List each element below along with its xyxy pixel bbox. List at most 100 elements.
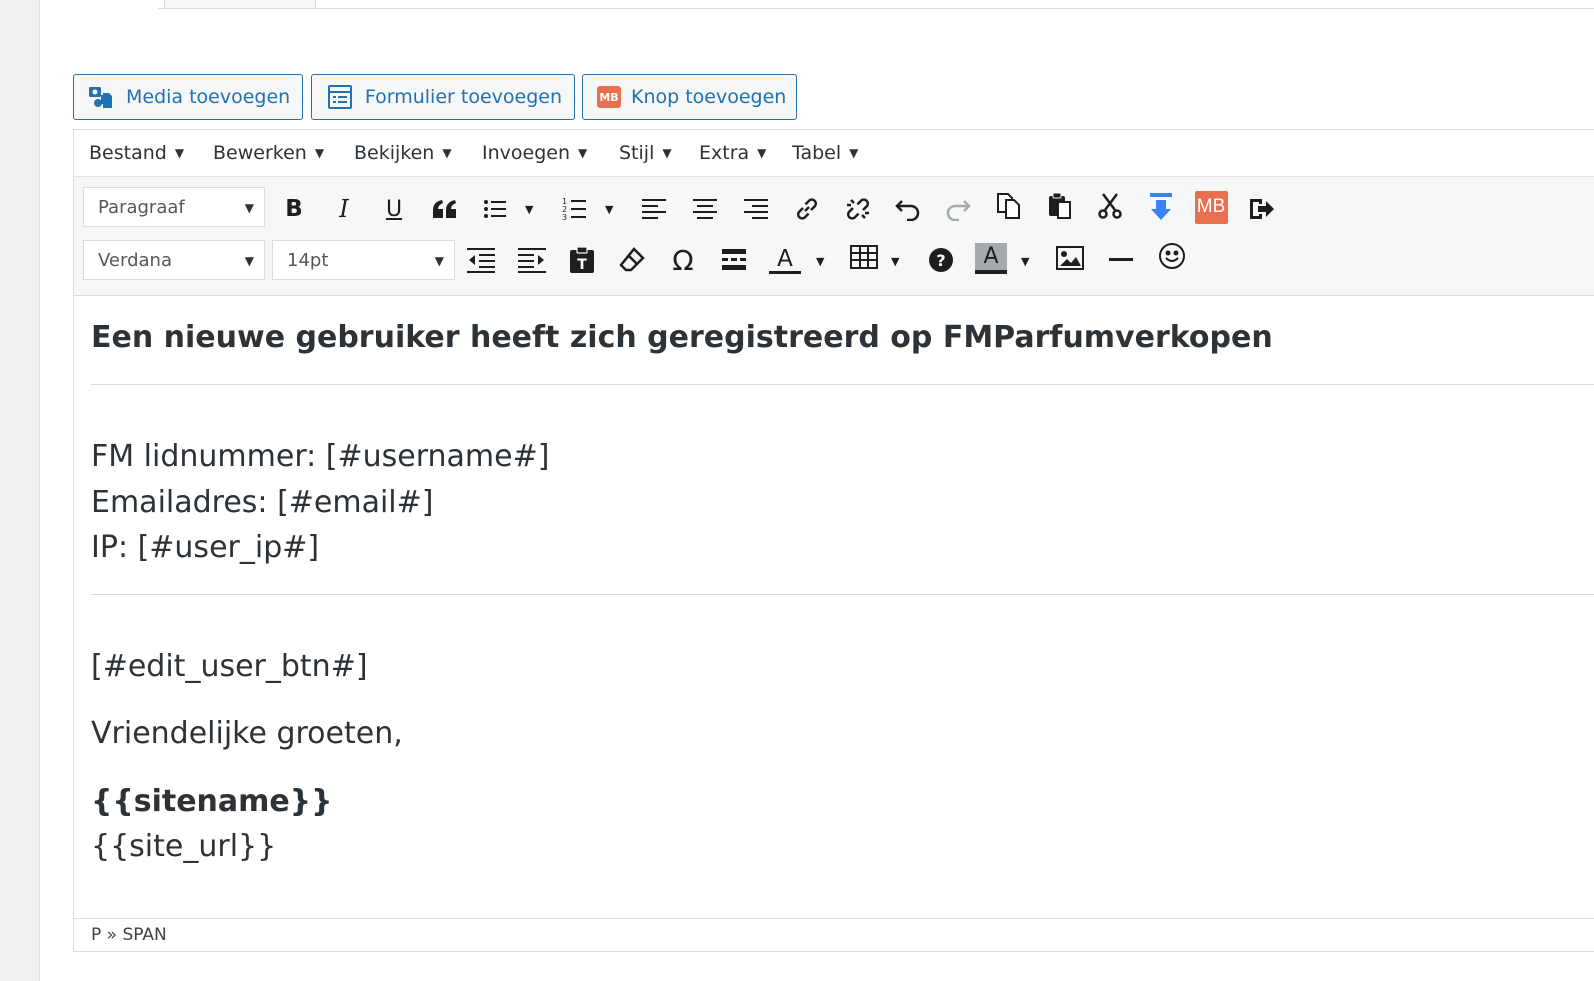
font-size-select[interactable]: 14pt ▼: [272, 240, 455, 280]
menu-extra[interactable]: Extra ▼: [699, 140, 766, 166]
indent-icon: [518, 248, 546, 273]
menu-stijl[interactable]: Stijl ▼: [619, 140, 672, 166]
form-icon: [326, 83, 355, 111]
chevron-down-icon: ▼: [662, 146, 672, 160]
underline-button[interactable]: U: [376, 191, 412, 227]
editor-content[interactable]: Een nieuwe gebruiker heeft zich geregist…: [74, 296, 1594, 918]
add-media-button[interactable]: Media toevoegen: [73, 74, 303, 120]
exit-icon: [1250, 199, 1274, 219]
chevron-down-icon[interactable]: ▼: [605, 203, 613, 216]
edit-user-button-placeholder: [#edit_user_btn#]: [91, 649, 368, 684]
cut-button[interactable]: [1092, 188, 1128, 224]
font-family-select[interactable]: Verdana ▼: [83, 240, 265, 280]
bullet-list-icon: [484, 200, 506, 218]
chevron-down-icon[interactable]: ▼: [816, 255, 824, 268]
background-color-letter: A: [975, 242, 1007, 270]
indent-button[interactable]: [514, 242, 550, 278]
blockquote-button[interactable]: [427, 191, 463, 227]
chevron-down-icon[interactable]: ▼: [525, 203, 533, 216]
table-button[interactable]: [846, 239, 882, 275]
text-color-button[interactable]: A: [767, 242, 803, 278]
menu-bewerken[interactable]: Bewerken ▼: [213, 140, 324, 166]
outdent-button[interactable]: [463, 242, 499, 278]
align-left-button[interactable]: [636, 191, 672, 227]
image-icon: [1056, 246, 1084, 270]
admin-left-rail: [0, 0, 40, 981]
menu-invoegen[interactable]: Invoegen ▼: [482, 140, 587, 166]
numbered-list-icon: 1 2 3: [562, 197, 586, 222]
editor-bottom-border: [73, 951, 1594, 952]
text-color-icon: A: [769, 247, 801, 274]
element-path[interactable]: P » SPAN: [91, 925, 167, 945]
editor-toolbar: Paragraaf ▼ B I U ▼ 1 2 3 ▼ MB Verdana ▼…: [74, 177, 1594, 296]
omega-icon: Ω: [672, 243, 694, 277]
background-color-icon: A: [975, 242, 1007, 274]
ip-line: IP: [#user_ip#]: [91, 530, 320, 565]
redo-button[interactable]: [940, 191, 976, 227]
clear-formatting-button[interactable]: [614, 242, 650, 278]
background-color-button[interactable]: A: [973, 240, 1009, 276]
divider: [91, 594, 1594, 595]
greeting-line: Vriendelijke groeten,: [91, 716, 403, 751]
copy-button[interactable]: [991, 188, 1027, 224]
eraser-icon: [619, 247, 645, 272]
download-button[interactable]: [1143, 189, 1179, 225]
editor-statusbar: P » SPAN: [74, 918, 1594, 951]
menu-invoegen-label: Invoegen: [482, 142, 570, 164]
menu-bekijken[interactable]: Bekijken ▼: [354, 140, 452, 166]
chevron-down-icon: ▼: [314, 146, 325, 160]
bullet-list-button[interactable]: [477, 191, 513, 227]
link-button[interactable]: [789, 191, 825, 227]
italic-icon: I: [339, 195, 349, 223]
add-media-label: Media toevoegen: [126, 86, 291, 108]
media-icon: [88, 83, 116, 111]
align-center-button[interactable]: [687, 191, 723, 227]
bold-button[interactable]: B: [276, 191, 312, 227]
paste-button[interactable]: [1042, 188, 1078, 224]
menu-stijl-label: Stijl: [619, 142, 655, 164]
svg-text:T: T: [577, 257, 587, 273]
text-color-letter: A: [777, 245, 793, 272]
editor-menubar: Bestand ▼ Bewerken ▼ Bekijken ▼ Invoegen ▼ S…: [74, 130, 1594, 177]
page-break-button[interactable]: [716, 242, 752, 278]
emoticons-button[interactable]: [1154, 238, 1190, 274]
paste-text-button[interactable]: T: [564, 242, 600, 278]
site-url-line: {{site_url}}: [91, 829, 277, 864]
page-area: Media toevoegen Formulier toevoegen MB K…: [40, 0, 1594, 981]
help-button[interactable]: ?: [923, 242, 959, 278]
font-family-value: Verdana: [98, 249, 172, 271]
page-break-icon: [722, 249, 746, 270]
chevron-down-icon: ▼: [434, 254, 444, 268]
mb-button[interactable]: MB: [1193, 189, 1229, 225]
add-form-button[interactable]: Formulier toevoegen: [311, 74, 575, 120]
align-right-button[interactable]: [738, 191, 774, 227]
copy-icon: [997, 193, 1020, 219]
add-button-button[interactable]: MB Knop toevoegen: [582, 74, 797, 120]
tinymce-editor: Bestand ▼ Bewerken ▼ Bekijken ▼ Invoegen ▼ S…: [73, 129, 1594, 951]
menu-bestand[interactable]: Bestand ▼: [89, 140, 184, 166]
special-character-button[interactable]: Ω: [665, 242, 701, 278]
menu-bestand-label: Bestand: [89, 142, 167, 164]
horizontal-rule-button[interactable]: [1103, 242, 1139, 278]
align-center-icon: [693, 199, 717, 219]
chevron-down-icon[interactable]: ▼: [1021, 255, 1029, 268]
exit-button[interactable]: [1244, 191, 1280, 227]
svg-text:?: ?: [936, 251, 945, 270]
svg-text:3: 3: [562, 213, 567, 222]
insert-image-button[interactable]: [1052, 240, 1088, 276]
blockquote-icon: [433, 200, 456, 218]
chevron-down-icon[interactable]: ▼: [891, 255, 899, 268]
menu-tabel-label: Tabel: [792, 142, 842, 164]
chevron-down-icon: ▼: [244, 201, 254, 215]
emoticon-icon: [1159, 243, 1185, 269]
unlink-button[interactable]: [840, 191, 876, 227]
numbered-list-button[interactable]: 1 2 3: [557, 191, 593, 227]
top-tab[interactable]: [164, 0, 316, 8]
paste-icon: [1049, 192, 1071, 219]
chevron-down-icon: ▼: [849, 146, 859, 160]
menu-tabel[interactable]: Tabel ▼: [792, 140, 858, 166]
chevron-down-icon: ▼: [578, 146, 588, 160]
italic-button[interactable]: I: [326, 191, 362, 227]
undo-button[interactable]: [890, 191, 926, 227]
format-select[interactable]: Paragraaf ▼: [83, 187, 265, 227]
